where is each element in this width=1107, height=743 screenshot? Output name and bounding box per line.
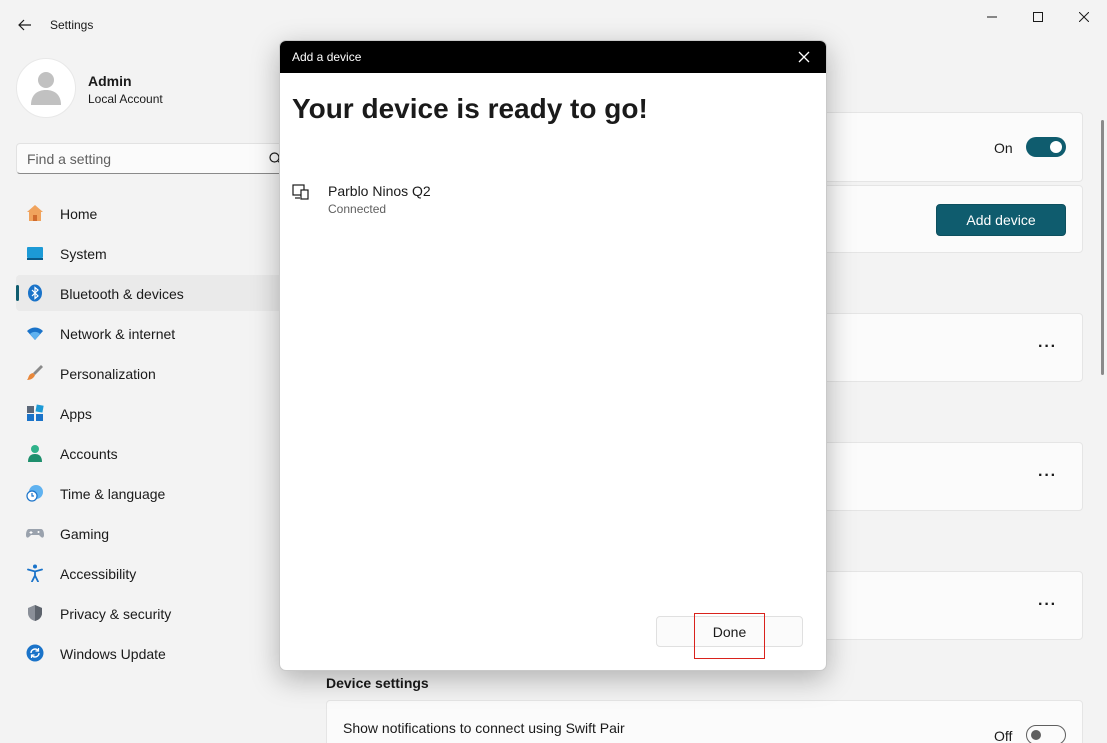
update-icon	[26, 644, 44, 662]
apps-icon	[27, 404, 44, 421]
sidebar-item-label: Personalization	[60, 366, 156, 382]
maximize-button[interactable]	[1015, 6, 1061, 28]
sidebar-nav: Home System Bluetooth & devices Network …	[16, 195, 286, 675]
sidebar-item-label: Accessibility	[60, 566, 137, 582]
bluetooth-toggle[interactable]	[1026, 137, 1066, 157]
dialog-close-button[interactable]	[792, 47, 816, 67]
bluetooth-toggle-label: On	[994, 140, 1013, 156]
swift-pair-toggle[interactable]	[1026, 725, 1066, 743]
sidebar-item-bluetooth[interactable]: Bluetooth & devices	[16, 275, 286, 311]
sidebar-item-label: Bluetooth & devices	[60, 286, 184, 302]
sidebar-item-personalization[interactable]: Personalization	[16, 355, 286, 391]
brush-icon	[27, 365, 43, 380]
sidebar-item-label: Apps	[60, 406, 92, 422]
close-icon	[798, 51, 810, 63]
more-options-button[interactable]: ···	[1038, 596, 1057, 614]
minimize-icon	[987, 16, 997, 18]
add-device-button[interactable]: Add device	[936, 204, 1066, 236]
dialog-heading: Your device is ready to go!	[292, 93, 648, 124]
swift-pair-title: Show notifications to connect using Swif…	[343, 720, 625, 736]
more-options-button[interactable]: ···	[1038, 338, 1057, 356]
sidebar-item-label: Time & language	[60, 486, 166, 502]
avatar[interactable]	[16, 58, 76, 118]
sidebar-item-label: Network & internet	[60, 326, 176, 342]
accessibility-icon	[27, 564, 43, 582]
gamepad-icon	[26, 529, 44, 538]
scrollbar[interactable]	[1101, 120, 1104, 375]
sidebar-item-label: Windows Update	[60, 646, 166, 662]
sidebar-item-apps[interactable]: Apps	[16, 395, 286, 431]
search-box[interactable]	[16, 143, 296, 174]
device-name: Parblo Ninos Q2	[328, 183, 431, 199]
system-icon	[27, 247, 43, 260]
search-input[interactable]	[27, 151, 257, 167]
clock-globe-icon	[26, 485, 43, 502]
sidebar-item-label: System	[60, 246, 107, 262]
back-arrow-icon	[18, 19, 31, 31]
sidebar-item-privacy[interactable]: Privacy & security	[16, 595, 286, 631]
sidebar-item-label: Privacy & security	[60, 606, 172, 622]
done-button[interactable]: Done	[656, 616, 803, 647]
dialog-title-bar: Add a device	[280, 41, 826, 73]
device-settings-heading: Device settings	[326, 675, 429, 691]
close-icon	[1079, 12, 1089, 22]
home-icon	[27, 205, 43, 221]
profile-account-type: Local Account	[88, 92, 163, 106]
close-window-button[interactable]	[1061, 6, 1107, 28]
device-icon	[292, 184, 309, 200]
bluetooth-icon	[28, 284, 42, 302]
dialog-title: Add a device	[292, 50, 362, 64]
sidebar-item-gaming[interactable]: Gaming	[16, 515, 286, 551]
sidebar-item-time-language[interactable]: Time & language	[16, 475, 286, 511]
sidebar-item-label: Home	[60, 206, 98, 222]
more-options-button[interactable]: ···	[1038, 467, 1057, 485]
sidebar-item-home[interactable]: Home	[16, 195, 286, 231]
person-icon	[28, 445, 42, 462]
person-avatar-icon	[31, 72, 61, 105]
sidebar-item-accessibility[interactable]: Accessibility	[16, 555, 286, 591]
wifi-icon	[27, 327, 43, 340]
shield-icon	[28, 605, 42, 621]
sidebar-item-system[interactable]: System	[16, 235, 286, 271]
add-device-dialog: Add a device Your device is ready to go!…	[279, 40, 827, 671]
sidebar-item-label: Gaming	[60, 526, 110, 542]
minimize-button[interactable]	[969, 6, 1015, 28]
sidebar-item-label: Accounts	[60, 446, 118, 462]
back-button[interactable]	[14, 14, 36, 36]
sidebar-item-windows-update[interactable]: Windows Update	[16, 635, 286, 671]
sidebar-item-network[interactable]: Network & internet	[16, 315, 286, 351]
app-title: Settings	[50, 18, 94, 32]
maximize-icon	[1033, 12, 1043, 22]
sidebar-item-accounts[interactable]: Accounts	[16, 435, 286, 471]
device-status: Connected	[328, 202, 387, 216]
profile-name: Admin	[88, 73, 132, 89]
swift-pair-toggle-label: Off	[994, 728, 1013, 743]
